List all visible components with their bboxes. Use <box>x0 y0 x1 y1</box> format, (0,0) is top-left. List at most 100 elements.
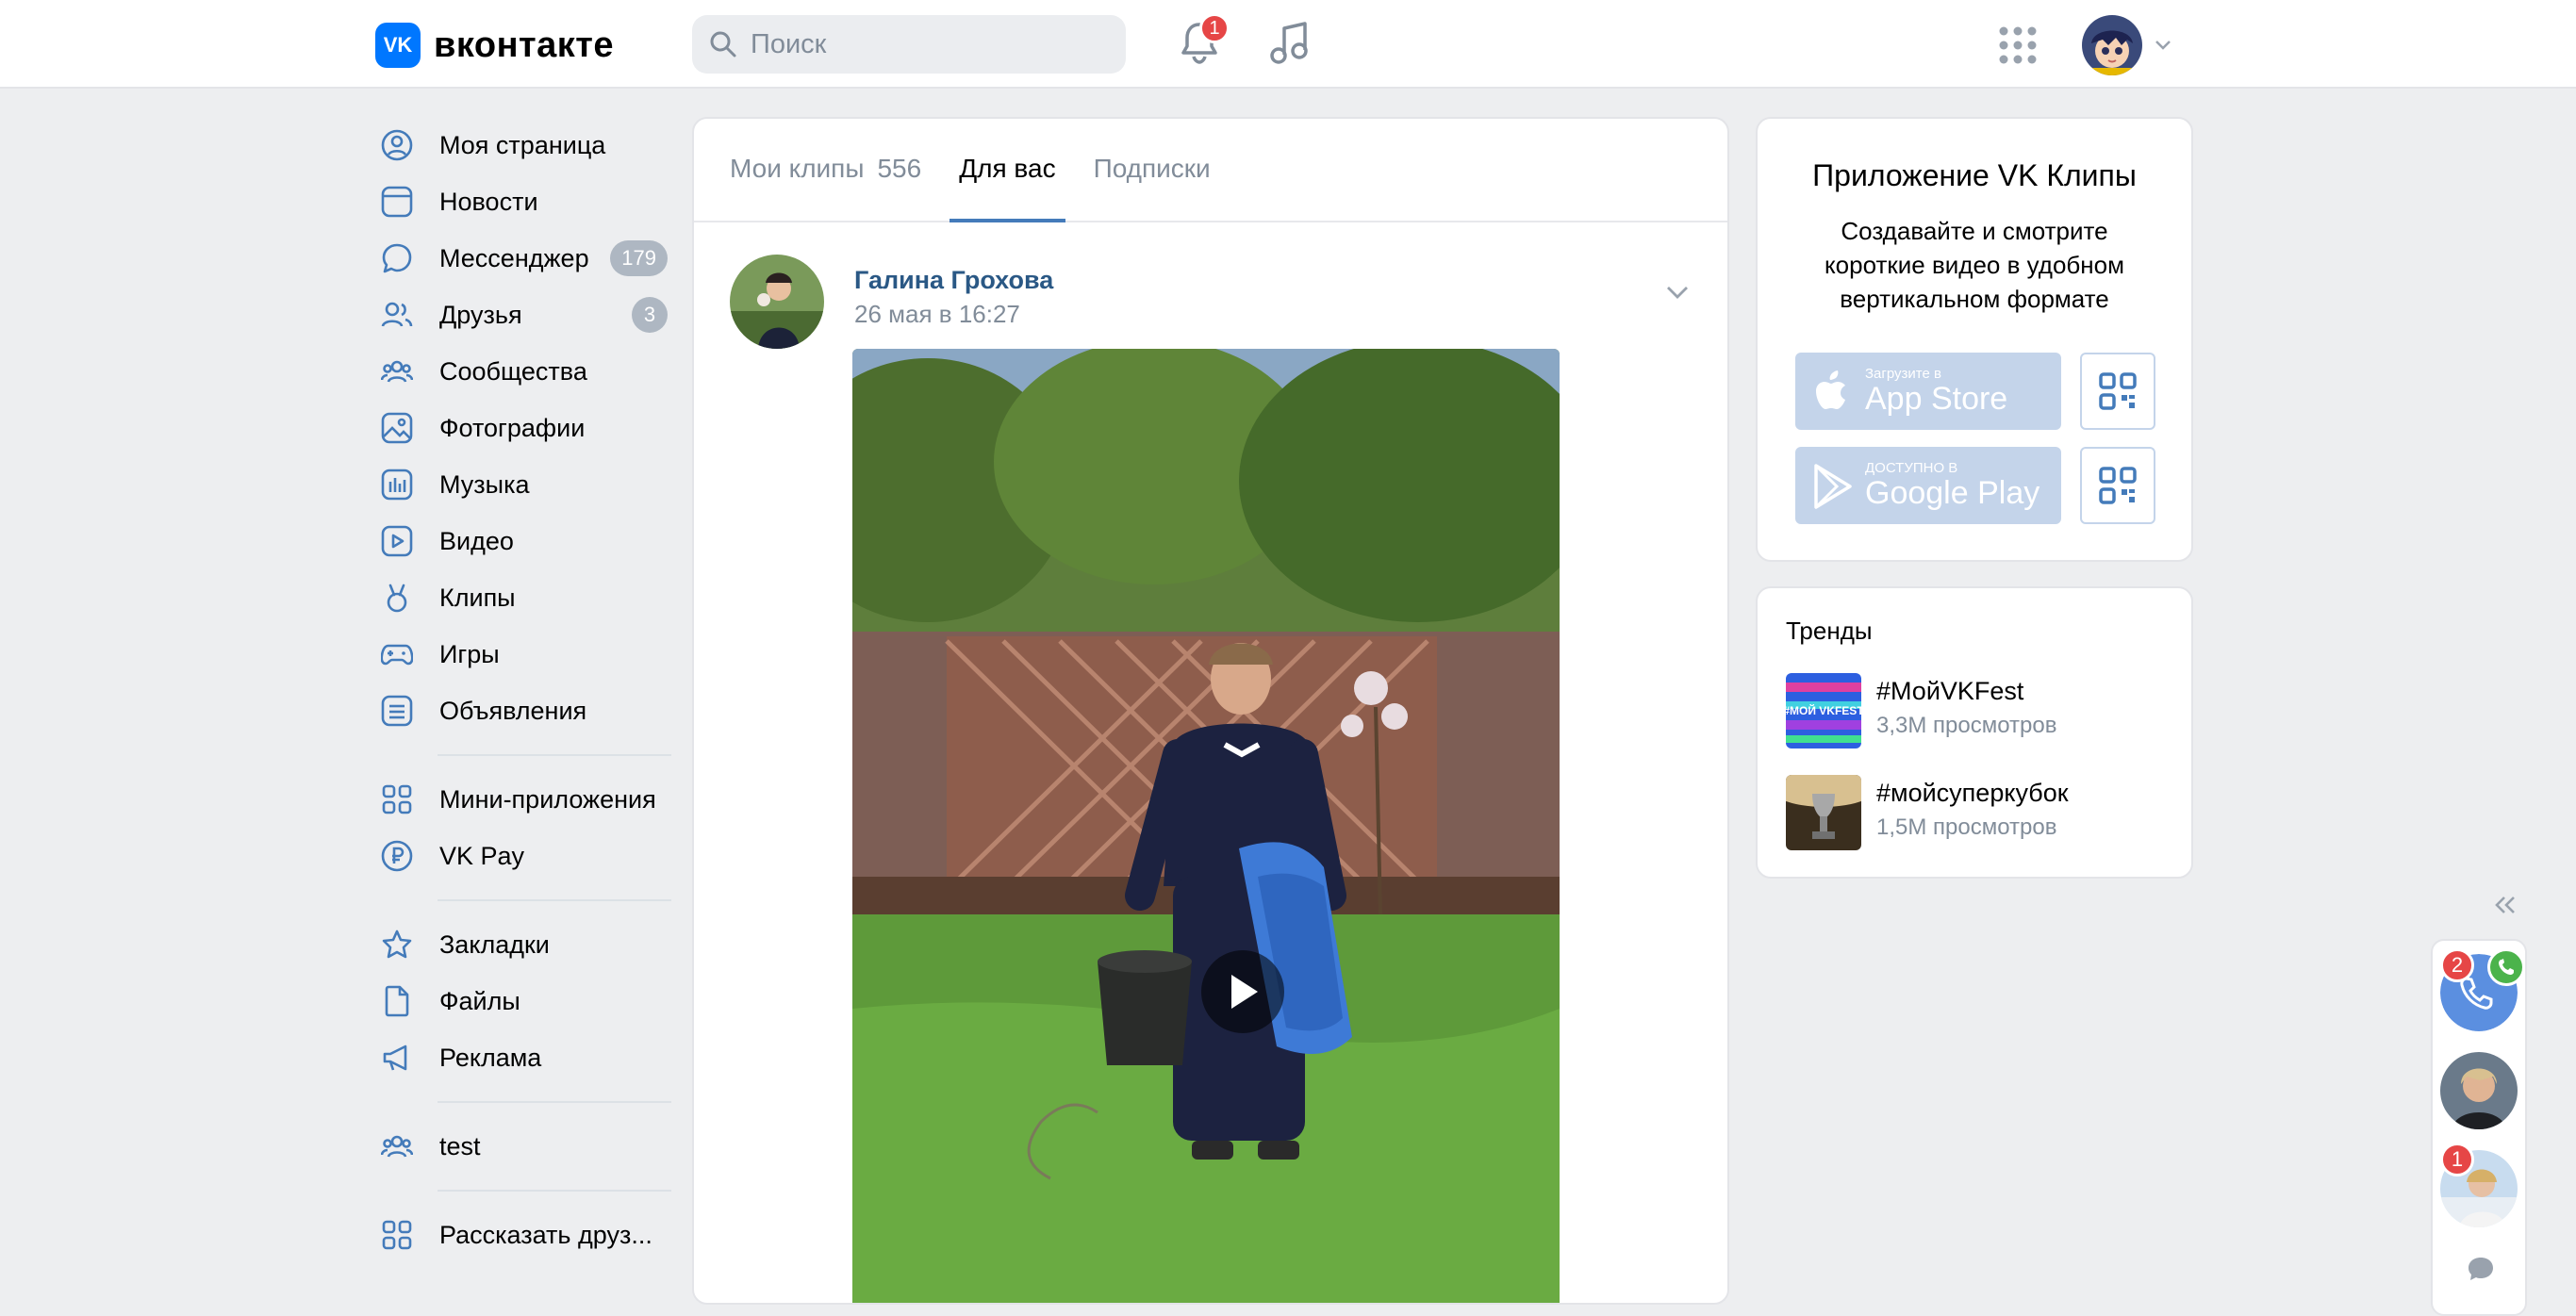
post-author-name[interactable]: Галина Грохова <box>854 266 1053 295</box>
sidebar-item-video[interactable]: Видео <box>379 513 671 569</box>
search-box[interactable] <box>692 15 1126 74</box>
search-icon <box>709 30 737 58</box>
profile-menu-chevron-icon[interactable] <box>2154 38 2172 51</box>
qr-code-icon <box>2099 372 2137 410</box>
tab-label: Подписки <box>1093 154 1211 183</box>
message-icon <box>379 240 415 276</box>
search-input[interactable] <box>749 27 1092 61</box>
googleplay-button[interactable]: ДОСТУПНО В Google Play <box>1795 447 2061 524</box>
sidebar-item-messenger[interactable]: Мессенджер 179 <box>379 230 671 287</box>
sidebar-item-label: Файлы <box>439 986 520 1015</box>
sidebar-item-label: Рассказать друз... <box>439 1220 652 1249</box>
news-icon <box>379 184 415 220</box>
apps-grid-icon <box>379 1217 415 1253</box>
post-author-avatar[interactable] <box>730 255 824 349</box>
double-chevron-left-icon <box>2491 894 2519 916</box>
trend-views: 3,3M просмотров <box>1876 713 2057 738</box>
megaphone-icon <box>379 1040 415 1076</box>
sidebar-item-friends[interactable]: Друзья 3 <box>379 287 671 343</box>
sidebar-item-games[interactable]: Игры <box>379 626 671 683</box>
sidebar-item-ads[interactable]: Реклама <box>379 1029 671 1086</box>
googleplay-row: ДОСТУПНО В Google Play <box>1795 447 2155 524</box>
notifications-badge: 1 <box>1199 13 1230 43</box>
sidebar-item-communities[interactable]: Сообщества <box>379 343 671 400</box>
sidebar-item-label: Мини-приложения <box>439 784 656 814</box>
sidebar-item-music[interactable]: Музыка <box>379 456 671 513</box>
sidebar-divider <box>438 1101 671 1103</box>
vk-logo[interactable]: VK вконтакте <box>375 23 614 68</box>
appstore-row: Загрузите в App Store <box>1795 353 2155 430</box>
sidebar-item-tell-friends[interactable]: Рассказать друз... <box>379 1207 671 1263</box>
appstore-qr-button[interactable] <box>2080 353 2155 430</box>
googleplay-small-text: ДОСТУПНО В <box>1865 460 1958 476</box>
vk-pay-icon <box>379 838 415 874</box>
post-menu-chevron-icon[interactable] <box>1665 285 1690 300</box>
friends-icon <box>379 297 415 333</box>
chat-bubble-icon[interactable] <box>2467 1256 2495 1282</box>
friends-count-badge: 3 <box>632 297 668 333</box>
play-button[interactable] <box>1201 950 1284 1033</box>
sidebar-item-label: Видео <box>439 526 514 555</box>
group-icon <box>379 1128 415 1164</box>
sidebar-item-classifieds[interactable]: Объявления <box>379 683 671 739</box>
sidebar-item-photos[interactable]: Фотографии <box>379 400 671 456</box>
call-badge: 2 <box>2440 948 2474 982</box>
trend-thumbnail <box>1786 775 1861 850</box>
trend-thumbnail: #МОЙ VKFEST <box>1786 673 1861 748</box>
sidebar-item-news[interactable]: Новости <box>379 173 671 230</box>
sidebar-item-label: Игры <box>439 639 500 668</box>
vk-logo-text: вконтакте <box>434 25 615 65</box>
trend-item[interactable]: #мойсуперкубок 1,5M просмотров <box>1786 775 2182 854</box>
sidebar-item-label: Фотографии <box>439 413 586 442</box>
sidebar-item-label: Клипы <box>439 583 516 612</box>
tab-for-you[interactable]: Для вас <box>949 119 1065 222</box>
sidebar-item-mini-apps[interactable]: Мини-приложения <box>379 771 671 828</box>
sidebar-item-clips[interactable]: Клипы <box>379 569 671 626</box>
tab-label: Для вас <box>959 154 1056 183</box>
sidebar-item-bookmarks[interactable]: Закладки <box>379 916 671 973</box>
vk-logo-mark: VK <box>375 23 421 68</box>
sidebar-item-my-page[interactable]: Моя страница <box>379 117 671 173</box>
video-icon <box>379 523 415 559</box>
bookmark-star-icon <box>379 927 415 962</box>
trend-tag: #МойVKFest <box>1876 677 2024 705</box>
sidebar-item-label: Реклама <box>439 1043 542 1072</box>
appstore-button[interactable]: Загрузите в App Store <box>1795 353 2061 430</box>
profile-avatar[interactable] <box>2082 15 2142 75</box>
sidebar-item-label: Друзья <box>439 300 522 329</box>
clip-video[interactable] <box>852 349 1560 1303</box>
trend-tag: #мойсуперкубок <box>1876 779 2069 807</box>
user-circle-icon <box>379 127 415 163</box>
trend-views: 1,5M просмотров <box>1876 814 2057 840</box>
file-icon <box>379 983 415 1019</box>
services-menu-button[interactable] <box>1999 26 2037 64</box>
music-player-button[interactable] <box>1269 21 1311 66</box>
tab-subscriptions[interactable]: Подписки <box>1093 119 1211 221</box>
sidebar-item-vk-pay[interactable]: VK Pay <box>379 828 671 884</box>
clips-feed: Мои клипы 556 Для вас Подписки Галина Гр… <box>692 117 1729 1305</box>
top-bar: VK вконтакте 1 <box>0 0 2576 89</box>
post-date[interactable]: 26 мая в 16:27 <box>854 300 1020 329</box>
app-promo-description: Создавайте и смотрите короткие видео в у… <box>1824 217 2124 313</box>
music-note-icon <box>1269 21 1311 66</box>
apple-icon <box>1812 370 1852 415</box>
sidebar-item-files[interactable]: Файлы <box>379 973 671 1029</box>
clips-icon <box>379 580 415 616</box>
sidebar-item-label: Моя страница <box>439 130 606 159</box>
googleplay-qr-button[interactable] <box>2080 447 2155 524</box>
sidebar-item-label: VK Pay <box>439 841 525 870</box>
games-icon <box>379 636 415 672</box>
chat-unread-badge: 1 <box>2440 1143 2474 1176</box>
sidebar-item-label: Сообщества <box>439 356 587 386</box>
sidebar-item-test-group[interactable]: test <box>379 1118 671 1175</box>
vk-clips-app-promo: Приложение VK Клипы Создавайте и смотрит… <box>1756 117 2193 562</box>
collapse-chats-button[interactable] <box>2491 894 2519 916</box>
trend-item[interactable]: #МОЙ VKFEST #МойVKFest 3,3M просмотров <box>1786 673 2182 752</box>
chat-contact-avatar[interactable] <box>2440 1052 2518 1129</box>
trend-thumb-text: #МОЙ VKFEST <box>1786 703 1861 717</box>
notifications-button[interactable]: 1 <box>1179 13 1230 66</box>
music-icon <box>379 467 415 502</box>
tab-my-clips[interactable]: Мои клипы 556 <box>730 119 921 221</box>
sidebar-item-label: Мессенджер <box>439 243 589 272</box>
phone-icon <box>2487 948 2525 986</box>
